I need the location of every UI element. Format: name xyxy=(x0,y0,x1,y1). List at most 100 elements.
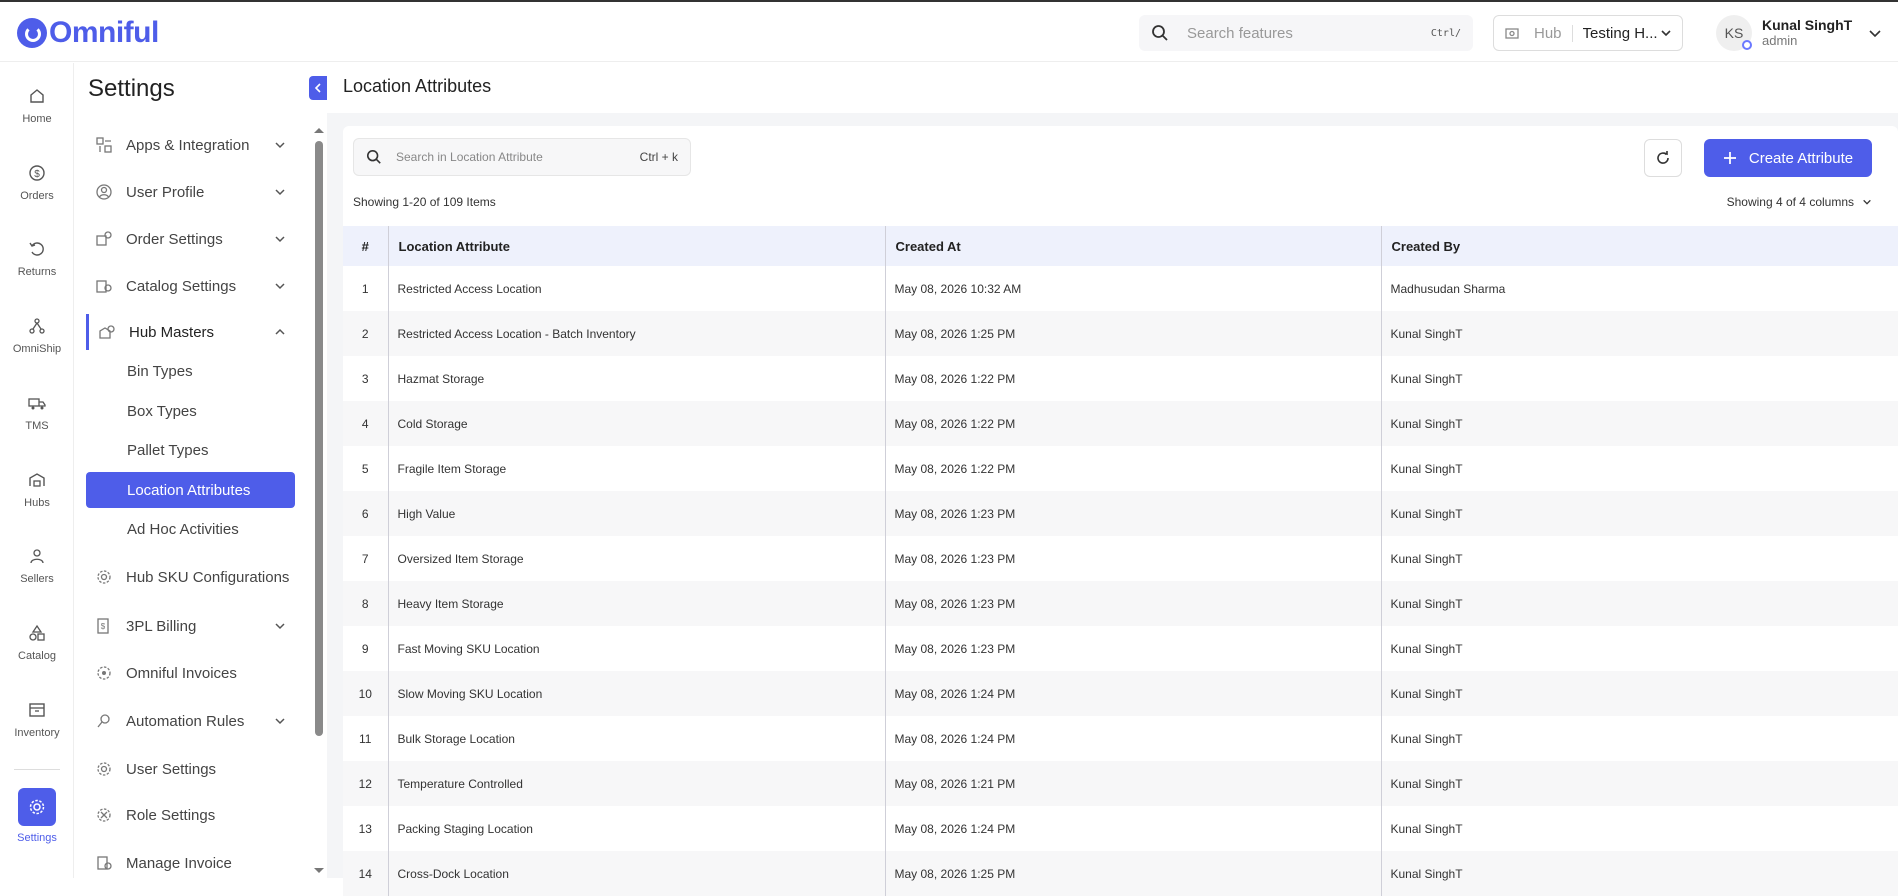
menu-user-profile[interactable]: User Profile xyxy=(86,174,286,210)
location-attribute-cell: Restricted Access Location - Batch Inven… xyxy=(388,311,886,356)
table-row[interactable]: 13 Packing Staging Location May 08, 2026 1… xyxy=(343,806,1898,851)
table-row[interactable]: 8 Heavy Item Storage May 08, 2026 1:23 PM K… xyxy=(343,581,1898,626)
menu-catalog-settings[interactable]: Catalog Settings xyxy=(86,268,286,304)
rail-label: Inventory xyxy=(14,727,60,739)
row-index: 12 xyxy=(343,761,389,806)
table-row[interactable]: 10 Slow Moving SKU Location May 08, 2026 1… xyxy=(343,671,1898,716)
created-at-cell: May 08, 2026 1:23 PM xyxy=(885,491,1382,536)
columns-count: Showing 4 of 4 columns xyxy=(1726,195,1854,209)
table-row[interactable]: 12 Temperature Controlled May 08, 2026 1:2… xyxy=(343,761,1898,806)
gear-icon xyxy=(97,762,111,776)
menu-manage-invoice[interactable]: Manage Invoice xyxy=(86,845,286,881)
menu-role-settings[interactable]: Role Settings xyxy=(86,797,286,833)
collapse-sidebar-button[interactable] xyxy=(309,76,327,100)
rail-item-sellers[interactable]: Sellers xyxy=(0,545,74,585)
submenu-label: Bin Types xyxy=(127,362,193,380)
apps-icon xyxy=(96,137,112,153)
menu-label: Apps & Integration xyxy=(126,136,250,154)
rail-label: Settings xyxy=(17,832,57,844)
attribute-search-input[interactable]: Search in Location Attribute xyxy=(396,150,640,164)
order-gear-icon xyxy=(96,231,112,246)
created-by-cell: Kunal SinghT xyxy=(1390,821,1463,836)
table-row[interactable]: 5 Fragile Item Storage May 08, 2026 1:22 P… xyxy=(343,446,1898,491)
rail-item-inventory[interactable]: Inventory xyxy=(0,699,74,739)
menu-3pl-billing[interactable]: $ 3PL Billing xyxy=(86,608,286,644)
location-attribute-cell: Slow Moving SKU Location xyxy=(388,671,886,716)
rail-item-orders[interactable]: $ Orders xyxy=(0,162,74,202)
create-attribute-button[interactable]: Create Attribute xyxy=(1704,139,1872,177)
automation-icon xyxy=(97,714,110,728)
created-at-cell: May 08, 2026 1:25 PM xyxy=(885,311,1382,356)
rail-item-home[interactable]: Home xyxy=(0,85,74,125)
table-row[interactable]: 6 High Value May 08, 2026 1:23 PM Kunal Sin… xyxy=(343,491,1898,536)
table-row[interactable]: 4 Cold Storage May 08, 2026 1:22 PM Kunal S… xyxy=(343,401,1898,446)
submenu-box-types[interactable]: Box Types xyxy=(86,393,295,429)
rail-item-settings[interactable]: Settings xyxy=(0,788,74,844)
created-by-cell: Madhusudan Sharma xyxy=(1390,281,1506,296)
menu-order-settings[interactable]: Order Settings xyxy=(86,221,286,257)
page-header: Location Attributes xyxy=(327,63,1898,113)
submenu-location-attributes[interactable]: Location Attributes xyxy=(86,472,295,508)
submenu-pallet-types[interactable]: Pallet Types xyxy=(86,432,295,468)
location-attribute-cell: Temperature Controlled xyxy=(388,761,886,806)
submenu-label: Ad Hoc Activities xyxy=(127,520,239,538)
table-row[interactable]: 3 Hazmat Storage May 08, 2026 1:22 PM Kunal… xyxy=(343,356,1898,401)
page-title: Location Attributes xyxy=(343,76,492,96)
rail-item-omniship[interactable]: OmniShip xyxy=(0,315,74,355)
shapes-icon xyxy=(26,622,48,644)
submenu-bin-types[interactable]: Bin Types xyxy=(86,353,295,389)
status-dot-icon xyxy=(1742,40,1752,50)
table-row[interactable]: 9 Fast Moving SKU Location May 08, 2026 1:… xyxy=(343,626,1898,671)
submenu-label: Location Attributes xyxy=(127,481,251,499)
rail-item-tms[interactable]: TMS xyxy=(0,392,74,432)
created-by-cell: Kunal SinghT xyxy=(1390,596,1463,611)
rail-item-catalog[interactable]: Catalog xyxy=(0,622,74,662)
column-selector[interactable]: Showing 4 of 4 columns xyxy=(1727,195,1872,209)
menu-hub-masters[interactable]: Hub Masters xyxy=(86,314,286,350)
submenu-ad-hoc-activities[interactable]: Ad Hoc Activities xyxy=(86,511,295,547)
menu-apps-integration[interactable]: Apps & Integration xyxy=(86,127,286,163)
user-menu[interactable]: KS Kunal SinghT admin xyxy=(1716,15,1882,51)
rail-label: Catalog xyxy=(18,650,56,662)
menu-label: Automation Rules xyxy=(126,712,245,730)
chevron-up-icon xyxy=(275,328,285,335)
created-by-cell: Kunal SinghT xyxy=(1390,641,1463,656)
created-by-cell: Kunal SinghT xyxy=(1390,416,1463,431)
location-attribute-cell: Fast Moving SKU Location xyxy=(388,626,886,671)
attribute-search[interactable]: Search in Location Attribute Ctrl + k xyxy=(353,138,691,176)
menu-automation-rules[interactable]: Automation Rules xyxy=(86,703,286,739)
table-row[interactable]: 7 Oversized Item Storage May 08, 2026 1:23… xyxy=(343,536,1898,581)
menu-label: 3PL Billing xyxy=(126,617,197,635)
column-header-created-by[interactable]: Created By xyxy=(1381,226,1898,266)
feature-search[interactable]: Search features Ctrl/ xyxy=(1139,15,1473,51)
column-header-location-attribute[interactable]: Location Attribute xyxy=(388,226,886,266)
table-row[interactable]: 11 Bulk Storage Location May 08, 2026 1:24… xyxy=(343,716,1898,761)
table-row[interactable]: 1 Restricted Access Location May 08, 2026 … xyxy=(343,266,1898,311)
menu-hub-sku-configurations[interactable]: Hub SKU Configurations xyxy=(86,559,306,595)
column-header-index[interactable]: # xyxy=(343,226,389,266)
rail-item-hubs[interactable]: Hubs xyxy=(0,469,74,509)
menu-user-settings[interactable]: User Settings xyxy=(86,751,286,787)
sku-gear-icon xyxy=(97,570,111,584)
sidebar-scrollbar[interactable] xyxy=(311,123,325,878)
avatar: KS xyxy=(1716,15,1752,51)
created-at-cell: May 08, 2026 1:22 PM xyxy=(885,401,1382,446)
rail-label: Returns xyxy=(17,266,57,278)
scrollbar-thumb[interactable] xyxy=(315,141,323,736)
column-header-created-at[interactable]: Created At xyxy=(885,226,1382,266)
rail-item-returns[interactable]: Returns xyxy=(0,238,74,278)
hub-selector[interactable]: Hub Testing H... xyxy=(1493,15,1683,51)
scroll-up-icon xyxy=(314,128,324,133)
table-row[interactable]: 14 Cross-Dock Location May 08, 2026 1:25 P… xyxy=(343,851,1898,896)
brand-logo[interactable]: Omniful xyxy=(17,16,159,50)
search-features-input[interactable]: Search features xyxy=(1187,25,1431,42)
created-by-cell: Kunal SinghT xyxy=(1390,686,1463,701)
rail-label: Orders xyxy=(20,190,54,202)
location-attribute-cell: Cold Storage xyxy=(388,401,886,446)
refresh-button[interactable] xyxy=(1644,139,1682,177)
menu-label: Manage Invoice xyxy=(126,854,232,872)
plus-icon xyxy=(1723,152,1736,164)
table-row[interactable]: 2 Restricted Access Location - Batch Inve… xyxy=(343,311,1898,356)
menu-omniful-invoices[interactable]: Omniful Invoices xyxy=(86,655,286,691)
table-header-row: # Location Attribute Created At Created … xyxy=(343,226,1898,266)
